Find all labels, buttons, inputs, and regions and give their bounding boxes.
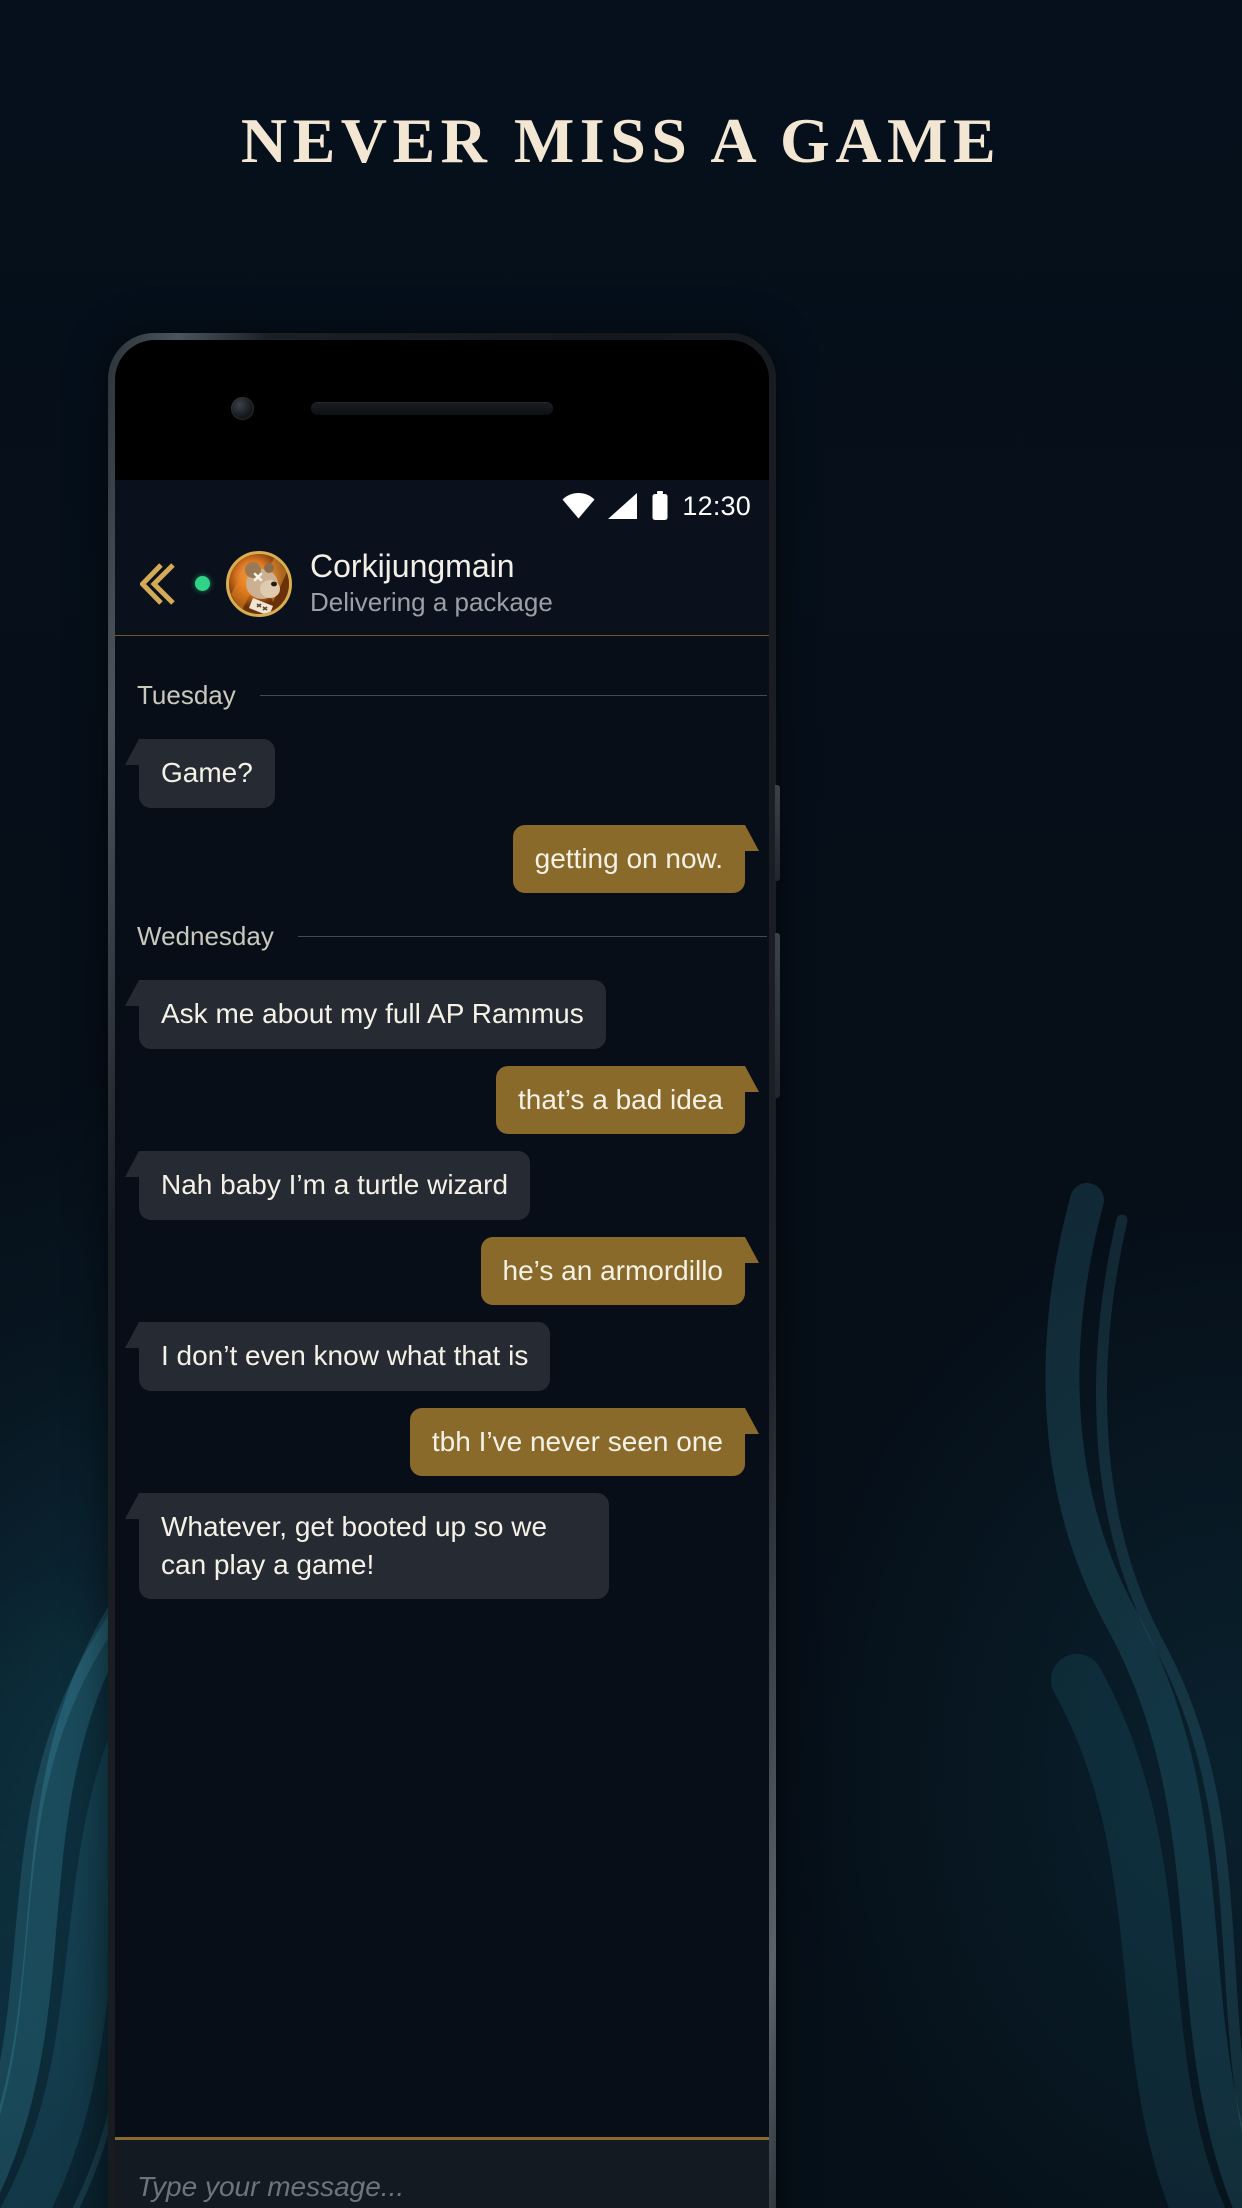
outgoing-message-bubble[interactable]: he’s an armordillo: [480, 1236, 759, 1306]
outgoing-message-bubble[interactable]: getting on now.: [512, 824, 760, 894]
app-screen: 12:30 Corkijungmain Delivering a package…: [115, 480, 769, 2208]
phone-screen-frame: 12:30 Corkijungmain Delivering a package…: [115, 340, 769, 2208]
wifi-icon: [562, 493, 595, 519]
incoming-message-bubble[interactable]: Whatever, get booted up so we can play a…: [125, 1493, 609, 1600]
status-time: 12:30: [682, 490, 751, 521]
incoming-message-bubble[interactable]: Game?: [125, 739, 275, 808]
message-list[interactable]: Tuesday Game? getting on now. Wednesday Ask …: [115, 636, 769, 2137]
day-separator: Tuesday: [115, 680, 769, 711]
message-row: getting on now.: [115, 824, 769, 894]
avatar[interactable]: [226, 550, 292, 617]
incoming-message-bubble[interactable]: I don’t even know what that is: [124, 1322, 551, 1391]
day-separator: Wednesday: [115, 921, 769, 952]
message-row: tbh I’ve never seen one: [115, 1407, 769, 1477]
day-separator-label: Wednesday: [137, 921, 274, 952]
day-separator-line: [259, 695, 767, 696]
cellular-signal-icon: [608, 492, 638, 520]
message-row: Ask me about my full AP Rammus: [115, 980, 769, 1049]
power-button[interactable]: [775, 785, 780, 881]
decorative-swirl-right: [872, 1180, 1242, 2208]
day-separator-line: [297, 936, 767, 938]
message-row: he’s an armordillo: [115, 1236, 769, 1306]
contact-status: Delivering a package: [310, 586, 553, 617]
message-input-placeholder[interactable]: Type your message...: [137, 2171, 404, 2203]
day-separator-label: Tuesday: [137, 680, 236, 710]
outgoing-message-bubble[interactable]: tbh I’ve never seen one: [409, 1407, 760, 1477]
message-row: Game?: [115, 739, 769, 808]
message-composer[interactable]: Type your message...: [115, 2137, 769, 2208]
incoming-message-bubble[interactable]: Nah baby I’m a turtle wizard: [124, 1151, 531, 1220]
online-status-dot: [195, 576, 210, 591]
back-chevron-icon[interactable]: [137, 558, 189, 610]
front-camera-icon: [231, 397, 254, 420]
volume-button[interactable]: [775, 933, 780, 1098]
message-row: Whatever, get booted up so we can play a…: [115, 1493, 769, 1600]
incoming-message-bubble[interactable]: Ask me about my full AP Rammus: [125, 980, 606, 1049]
earpiece-speaker: [311, 402, 553, 415]
contact-name: Corkijungmain: [310, 547, 515, 584]
phone-mockup: 12:30 Corkijungmain Delivering a package…: [108, 333, 780, 2208]
promo-screenshot: NEVER MISS A GAME 12:30 Corkijungmain De…: [0, 0, 1242, 2208]
page-title: NEVER MISS A GAME: [240, 105, 1002, 176]
phone-top-bezel: [115, 340, 769, 480]
message-row: that’s a bad idea: [115, 1065, 769, 1135]
chat-header: Corkijungmain Delivering a package: [115, 532, 769, 636]
header-texts: Corkijungmain Delivering a package: [310, 547, 553, 618]
outgoing-message-bubble[interactable]: that’s a bad idea: [496, 1065, 759, 1135]
battery-full-icon: [651, 491, 669, 521]
message-row: Nah baby I’m a turtle wizard: [115, 1151, 769, 1220]
message-row: I don’t even know what that is: [115, 1322, 769, 1391]
status-bar: 12:30: [115, 480, 769, 532]
